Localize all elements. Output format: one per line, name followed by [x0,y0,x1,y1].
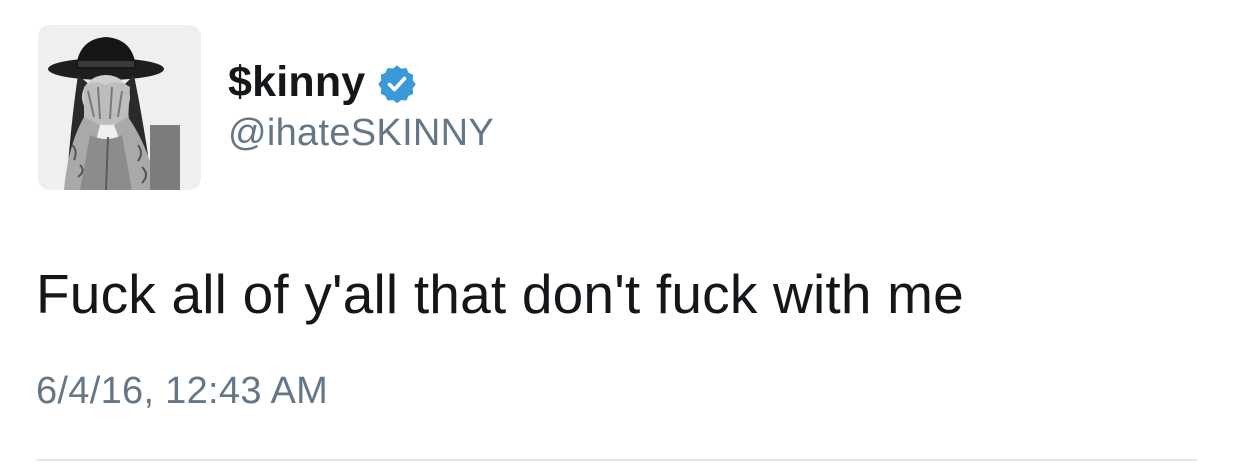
tweet-card: $kinny @ihateSKINNY Fuck all of y'all th… [0,0,1233,464]
verified-badge-icon [377,64,417,104]
display-name-row: $kinny [228,56,417,108]
tweet-timestamp[interactable]: 6/4/16, 12:43 AM [36,370,328,413]
divider [36,459,1197,461]
display-name[interactable]: $kinny [228,58,365,107]
profile-avatar[interactable] [38,25,201,190]
tweet-text: Fuck all of y'all that don't fuck with m… [36,263,964,325]
user-handle[interactable]: @ihateSKINNY [228,112,494,155]
avatar-photo-icon [38,25,201,190]
